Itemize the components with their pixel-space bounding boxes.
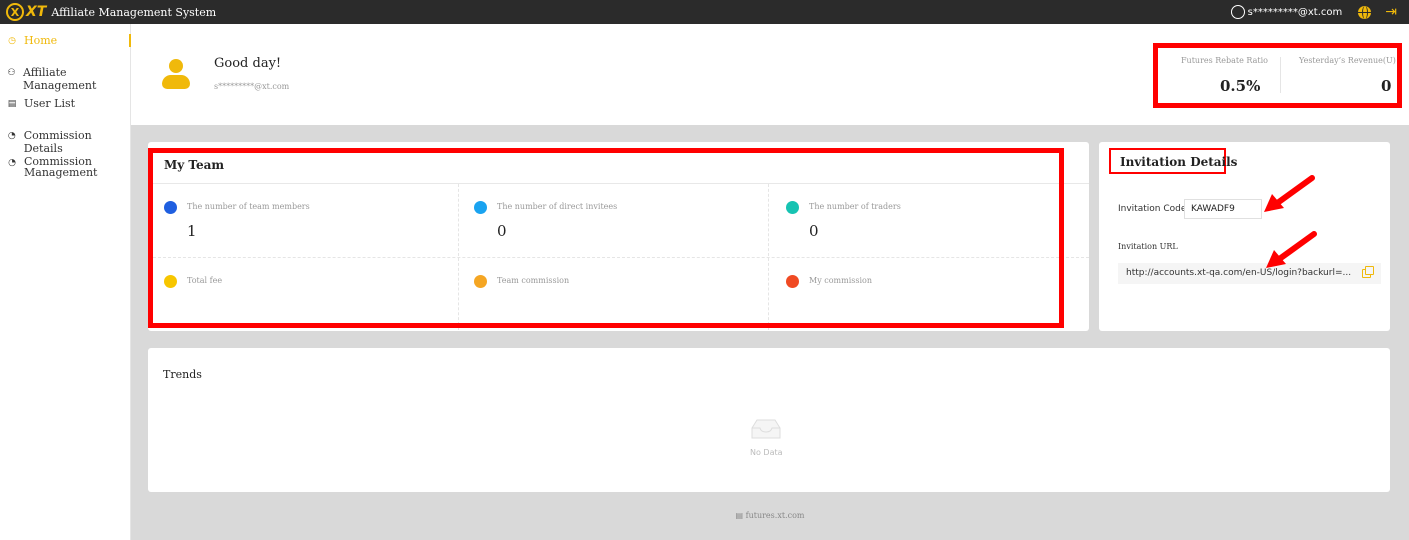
sidebar-item-affiliate-management[interactable]: ⚇ Affiliate Management xyxy=(0,66,131,92)
sidebar-item-home[interactable]: ◷ Home xyxy=(0,34,131,47)
top-bar: X XT Affiliate Management System s******… xyxy=(0,0,1409,24)
footer-text[interactable]: futures.xt.com xyxy=(746,511,805,520)
sidebar-item-label: User List xyxy=(24,97,76,110)
invitation-details-title: Invitation Details xyxy=(1120,155,1238,169)
sidebar-item-commission-details[interactable]: ◔ Commission Details xyxy=(0,129,131,155)
users-icon: ⚇ xyxy=(7,68,16,78)
greeting-email: s*********@xt.com xyxy=(214,82,290,91)
invitation-code-label: Invitation Code xyxy=(1118,204,1187,214)
annotation-arrow-url xyxy=(1266,231,1317,268)
stat-label-yesterday-revenue: Yesterday’s Revenue(U) xyxy=(1299,56,1396,65)
language-globe-icon[interactable] xyxy=(1358,5,1372,19)
sidebar-item-user-list[interactable]: ▤ User List xyxy=(0,97,131,110)
stat-divider xyxy=(1280,57,1281,93)
footer-icon: ▤ xyxy=(735,511,744,520)
copy-icon[interactable] xyxy=(1362,266,1374,278)
annotation-box-stats xyxy=(1153,43,1402,108)
list-icon: ▤ xyxy=(7,99,17,109)
sidebar-item-label: Commission Management xyxy=(24,155,98,179)
top-right-controls: s*********@xt.com ⇥ xyxy=(1230,0,1409,24)
sidebar-item-label: Commission Details xyxy=(23,129,92,155)
sidebar-item-label: Home xyxy=(24,34,58,47)
pie-chart-icon: ◔ xyxy=(8,158,16,168)
sidebar-item-commission-management[interactable]: ◔ Commission Management xyxy=(0,156,100,178)
empty-inbox-icon xyxy=(751,419,781,439)
sidebar-item-label: Affiliate Management xyxy=(22,66,97,92)
logo-mark: X xyxy=(6,3,24,21)
footer: ▤ futures.xt.com xyxy=(131,511,1409,520)
annotation-box-my-team xyxy=(148,148,1064,328)
app-title: Affiliate Management System xyxy=(51,5,217,19)
invitation-url-label: Invitation URL xyxy=(1118,242,1178,251)
logo[interactable]: X XT xyxy=(6,3,46,21)
stat-value-rebate-ratio: 0.5% xyxy=(1220,77,1261,95)
logout-icon[interactable]: ⇥ xyxy=(1385,4,1397,20)
annotation-arrow-code xyxy=(1264,175,1315,212)
user-email[interactable]: s*********@xt.com xyxy=(1248,7,1343,18)
home-icon: ◷ xyxy=(8,36,16,46)
pie-chart-icon: ◔ xyxy=(7,131,16,141)
avatar xyxy=(161,59,191,89)
stat-value-yesterday-revenue: 0 xyxy=(1381,77,1392,95)
no-data-text: No Data xyxy=(750,448,783,457)
user-icon[interactable] xyxy=(1230,5,1245,19)
logo-text: XT xyxy=(26,4,47,20)
trends-title: Trends xyxy=(163,368,202,381)
invitation-url-field[interactable]: http://accounts.xt-qa.com/en-US/login?ba… xyxy=(1118,263,1381,284)
stat-label-rebate-ratio: Futures Rebate Ratio xyxy=(1181,56,1268,65)
invitation-code-field[interactable]: KAWADF9 xyxy=(1184,199,1262,219)
greeting: Good day! xyxy=(214,56,282,71)
